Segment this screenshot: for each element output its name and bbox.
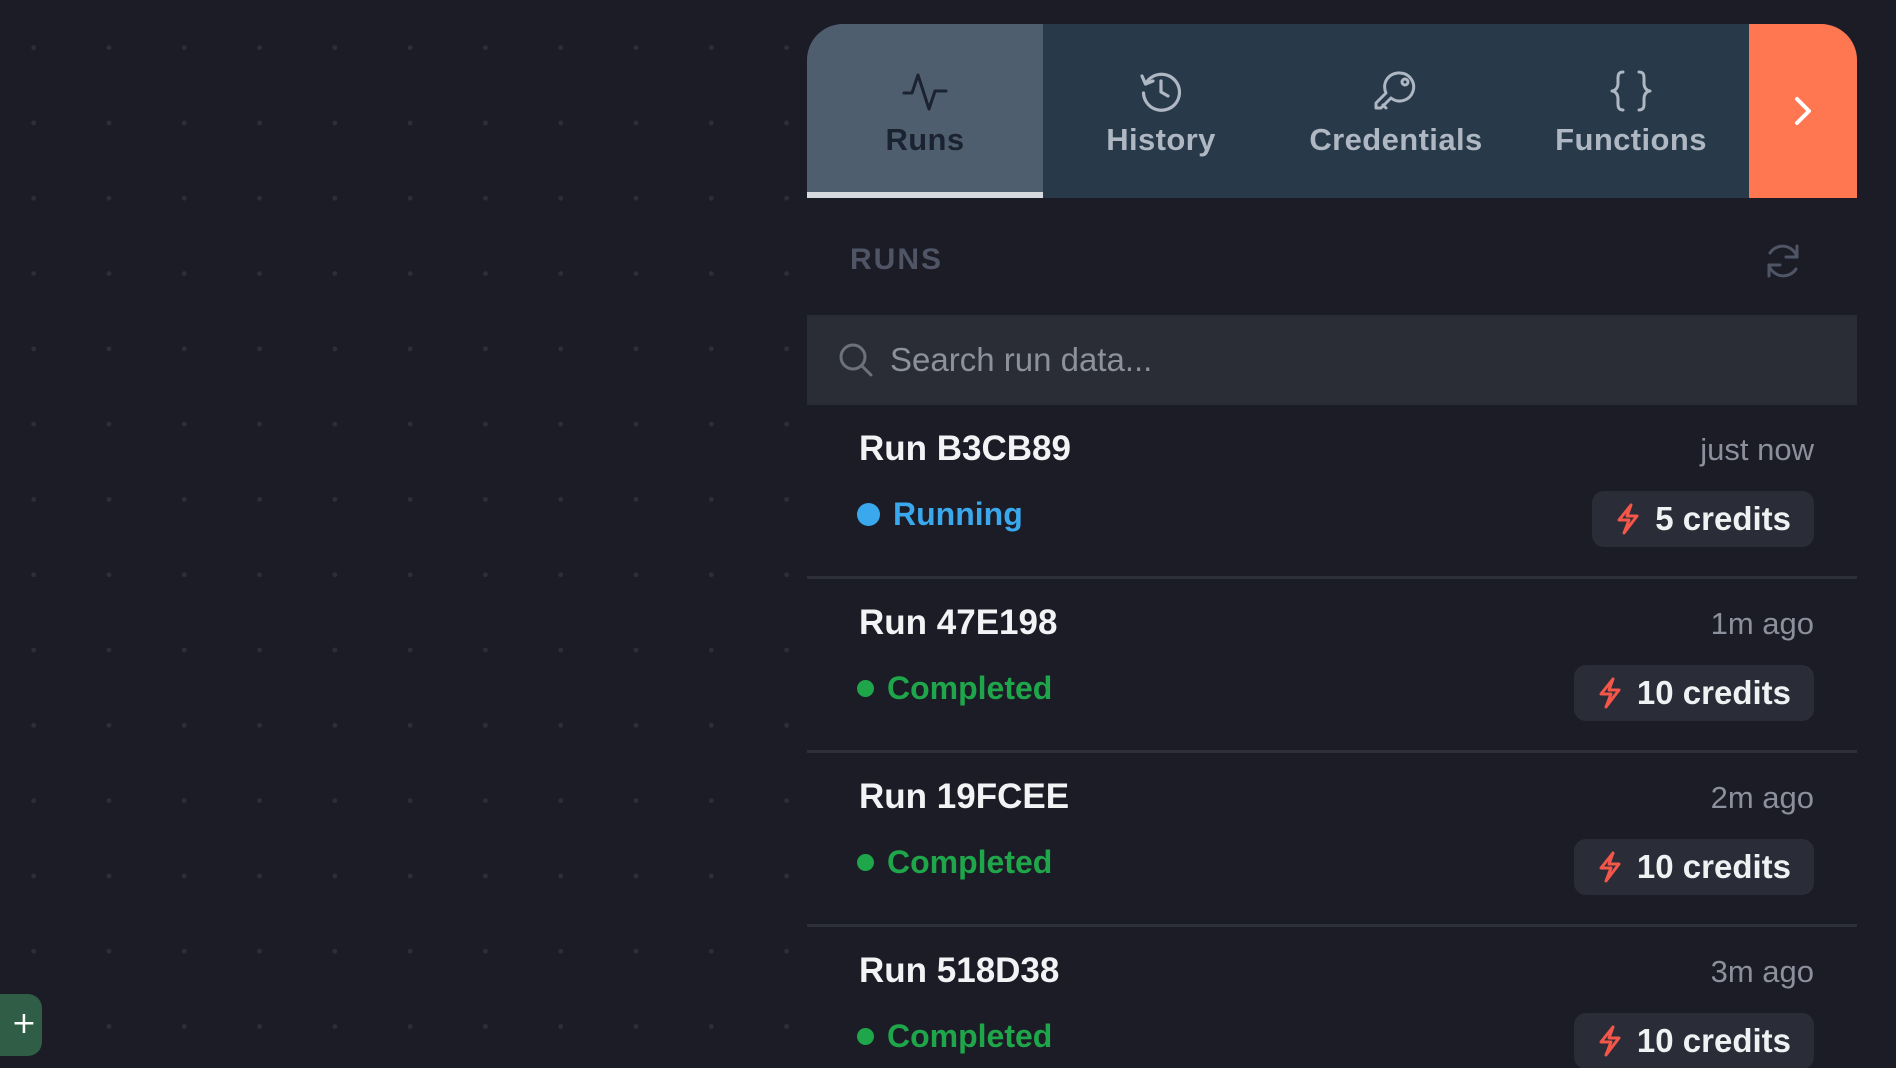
run-status-label: Completed [887,670,1053,706]
refresh-icon [1767,244,1799,278]
tab-runs-label: Runs [885,122,965,157]
search-input[interactable] [890,330,1790,390]
run-status: Completed [857,844,1052,881]
credits-badge: 5 credits [1592,491,1814,547]
expand-panel-button[interactable] [1749,24,1857,198]
lightning-bolt-icon [1617,503,1639,535]
run-timestamp: 3m ago [1710,954,1814,989]
credits-label: 10 credits [1636,674,1791,711]
run-name: Run 47E198 [859,603,1058,642]
run-status: Completed [857,670,1052,707]
lightning-bolt-icon [1599,1025,1621,1057]
tab-runs[interactable]: Runs [807,24,1043,198]
add-button[interactable]: + [0,994,42,1056]
run-status-label: Running [893,496,1023,532]
credits-badge: 10 credits [1573,665,1814,721]
run-name: Run B3CB89 [859,429,1071,468]
panel-tab-bar: Runs History Credentials Functions [807,24,1857,198]
search-icon [839,343,873,377]
search-bar [807,315,1857,405]
status-dot-icon [857,854,874,871]
lightning-bolt-icon [1599,851,1621,883]
run-status: Completed [857,1018,1052,1055]
runs-section-title: RUNS [850,243,944,276]
tab-credentials[interactable]: Credentials [1278,24,1514,198]
activity-icon [902,73,948,111]
credits-label: 5 credits [1655,500,1791,537]
tab-credentials-label: Credentials [1309,122,1483,157]
credits-badge: 10 credits [1573,839,1814,895]
credits-label: 10 credits [1636,848,1791,885]
tab-functions-label: Functions [1555,122,1707,157]
key-icon [1374,71,1416,110]
tab-history-label: History [1106,122,1216,157]
run-status-label: Completed [887,844,1053,880]
run-list-item[interactable]: Run 518D38 3m ago Completed 10 credits [807,927,1857,1068]
chevron-right-icon [1795,97,1811,125]
history-icon [1140,72,1182,112]
status-dot-icon [857,503,880,526]
status-dot-icon [857,680,874,697]
refresh-button[interactable] [1762,240,1804,282]
run-timestamp: 1m ago [1710,606,1814,641]
run-list-item[interactable]: Run 19FCEE 2m ago Completed 10 credits [807,753,1857,927]
status-dot-icon [857,1028,874,1045]
run-status-label: Completed [887,1018,1053,1054]
braces-icon [1610,70,1652,112]
run-status: Running [857,496,1023,533]
run-name: Run 19FCEE [859,777,1070,816]
run-list-item[interactable]: Run B3CB89 just now Running 5 credits [807,405,1857,579]
credits-label: 10 credits [1636,1022,1791,1059]
credits-badge: 10 credits [1573,1013,1814,1068]
run-list-item[interactable]: Run 47E198 1m ago Completed 10 credits [807,579,1857,753]
run-timestamp: 2m ago [1710,780,1814,815]
tab-history[interactable]: History [1043,24,1279,198]
run-timestamp: just now [1700,432,1814,467]
tab-functions[interactable]: Functions [1513,24,1749,198]
lightning-bolt-icon [1599,677,1621,709]
run-name: Run 518D38 [859,951,1060,990]
runs-side-panel: Runs History Credentials Functions RUNS … [807,24,1857,1068]
workflow-canvas[interactable] [0,0,800,1068]
